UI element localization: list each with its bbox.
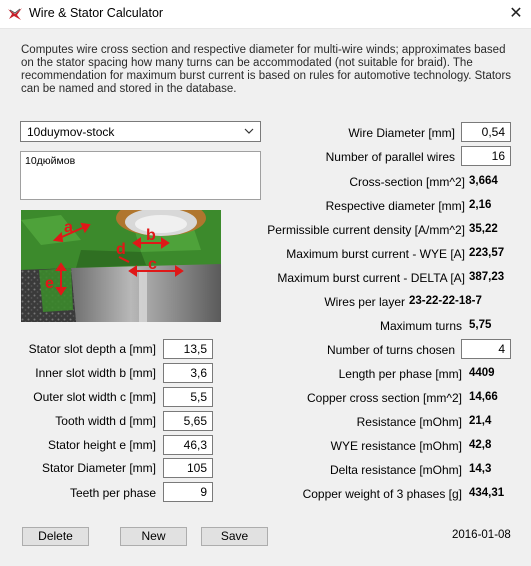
parallel-wires-input[interactable]: 16 [461, 146, 511, 166]
wire-diameter-label: Wire Diameter [mm] [348, 126, 455, 140]
current-density-label: Permissible current density [A/mm^2] [267, 223, 465, 237]
wye-resistance-label: WYE resistance [mOhm] [330, 439, 462, 453]
cross-section-label: Cross-section [mm^2] [349, 175, 465, 189]
respective-diameter-label: Respective diameter [mm] [325, 199, 465, 213]
delta-resistance-value: 14,3 [469, 463, 492, 475]
copper-cross-section-label: Copper cross section [mm^2] [306, 391, 462, 405]
copper-weight-label: Copper weight of 3 phases [g] [302, 487, 462, 501]
wire-diameter-input[interactable]: 0,54 [461, 122, 511, 142]
window-title: Wire & Stator Calculator [29, 6, 164, 20]
outer-slot-width-input[interactable]: 5,5 [163, 387, 213, 407]
teeth-per-phase-label: Teeth per phase [69, 486, 156, 500]
turns-chosen-label: Number of turns chosen [326, 343, 455, 357]
delete-button[interactable]: Delete [22, 527, 89, 546]
turns-chosen-input[interactable]: 4 [461, 339, 511, 359]
teeth-per-phase-input[interactable]: 9 [163, 482, 213, 502]
label-d: d [116, 241, 126, 258]
tooth-width-input[interactable]: 5,65 [163, 411, 213, 431]
label-e: e [45, 275, 54, 292]
delta-resistance-label: Delta resistance [mOhm] [329, 463, 462, 477]
label-b: b [146, 227, 156, 244]
length-per-phase-value: 4409 [469, 367, 495, 379]
slot-depth-input[interactable]: 13,5 [163, 339, 213, 359]
stator-notes-textarea[interactable]: 10дюймов [20, 151, 261, 200]
tooth-width-label: Tooth width d [mm] [55, 414, 156, 428]
stator-diagram-image: a b d c e [21, 210, 221, 322]
stator-height-input[interactable]: 46,3 [163, 435, 213, 455]
burst-current-delta-value: 387,23 [469, 271, 505, 283]
chevron-down-icon [244, 128, 254, 134]
record-date: 2016-01-08 [452, 529, 511, 541]
respective-diameter-value: 2,16 [469, 199, 492, 211]
resistance-label: Resistance [mOhm] [356, 415, 462, 429]
new-button[interactable]: New [120, 527, 187, 546]
stator-diameter-input[interactable]: 105 [163, 458, 213, 478]
parallel-wires-label: Number of parallel wires [325, 150, 455, 164]
cross-section-value: 3,664 [469, 175, 498, 187]
close-button[interactable]: ✕ [501, 0, 531, 29]
length-per-phase-label: Length per phase [mm] [338, 367, 462, 381]
save-button[interactable]: Save [201, 527, 268, 546]
label-c: c [148, 256, 157, 273]
burst-current-delta-label: Maximum burst current - DELTA [A] [277, 271, 465, 285]
inner-slot-width-input[interactable]: 3,6 [163, 363, 213, 383]
current-density-value: 35,22 [469, 223, 498, 235]
wires-per-layer-value: 23-22-22-18-7 [409, 295, 482, 307]
max-turns-label: Maximum turns [379, 319, 462, 333]
max-turns-value: 5,75 [469, 319, 492, 331]
slot-depth-label: Stator slot depth a [mm] [28, 342, 156, 356]
outer-slot-width-label: Outer slot width c [mm] [33, 390, 156, 404]
wires-per-layer-label: Wires per layer [324, 295, 405, 309]
inner-slot-width-label: Inner slot width b [mm] [35, 366, 156, 380]
description-text: Computes wire cross section and respecti… [21, 44, 512, 95]
stator-diameter-label: Stator Diameter [mm] [41, 461, 156, 475]
app-icon [8, 8, 22, 20]
stator-select[interactable]: 10duymov-stock [20, 121, 261, 142]
wye-resistance-value: 42,8 [469, 439, 492, 451]
label-a: a [64, 219, 73, 236]
burst-current-wye-label: Maximum burst current - WYE [A] [286, 247, 465, 261]
stator-select-value: 10duymov-stock [27, 125, 115, 139]
stator-height-label: Stator height e [mm] [47, 438, 156, 452]
copper-cross-section-value: 14,66 [469, 391, 498, 403]
copper-weight-value: 434,31 [469, 487, 505, 499]
resistance-value: 21,4 [469, 415, 492, 427]
title-bar: Wire & Stator Calculator ✕ [0, 0, 531, 29]
burst-current-wye-value: 223,57 [469, 247, 505, 259]
